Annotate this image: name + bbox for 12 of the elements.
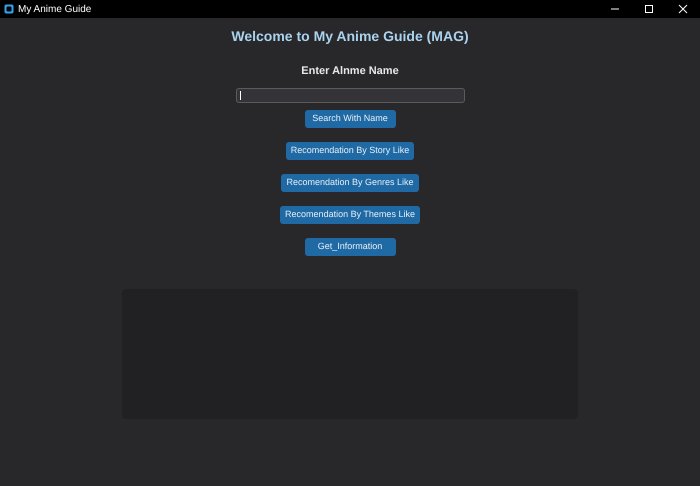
maximize-icon[interactable]	[644, 4, 654, 14]
action-button[interactable]: Recomendation By Story Like	[286, 142, 414, 160]
action-button[interactable]: Get_Information	[304, 238, 396, 256]
app-icon	[4, 4, 14, 14]
action-button[interactable]: Recomendation By Genres Like	[281, 174, 419, 192]
action-button[interactable]: Recomendation By Themes Like	[280, 206, 420, 224]
page-heading: Welcome to My Anime Guide (MAG)	[231, 27, 469, 46]
field-label: Enter Alnme Name	[301, 64, 399, 79]
action-button[interactable]: Search With Name	[304, 110, 396, 128]
window-title: My Anime Guide	[18, 2, 92, 16]
close-icon[interactable]	[678, 4, 688, 14]
anime-name-field[interactable]	[236, 88, 464, 102]
